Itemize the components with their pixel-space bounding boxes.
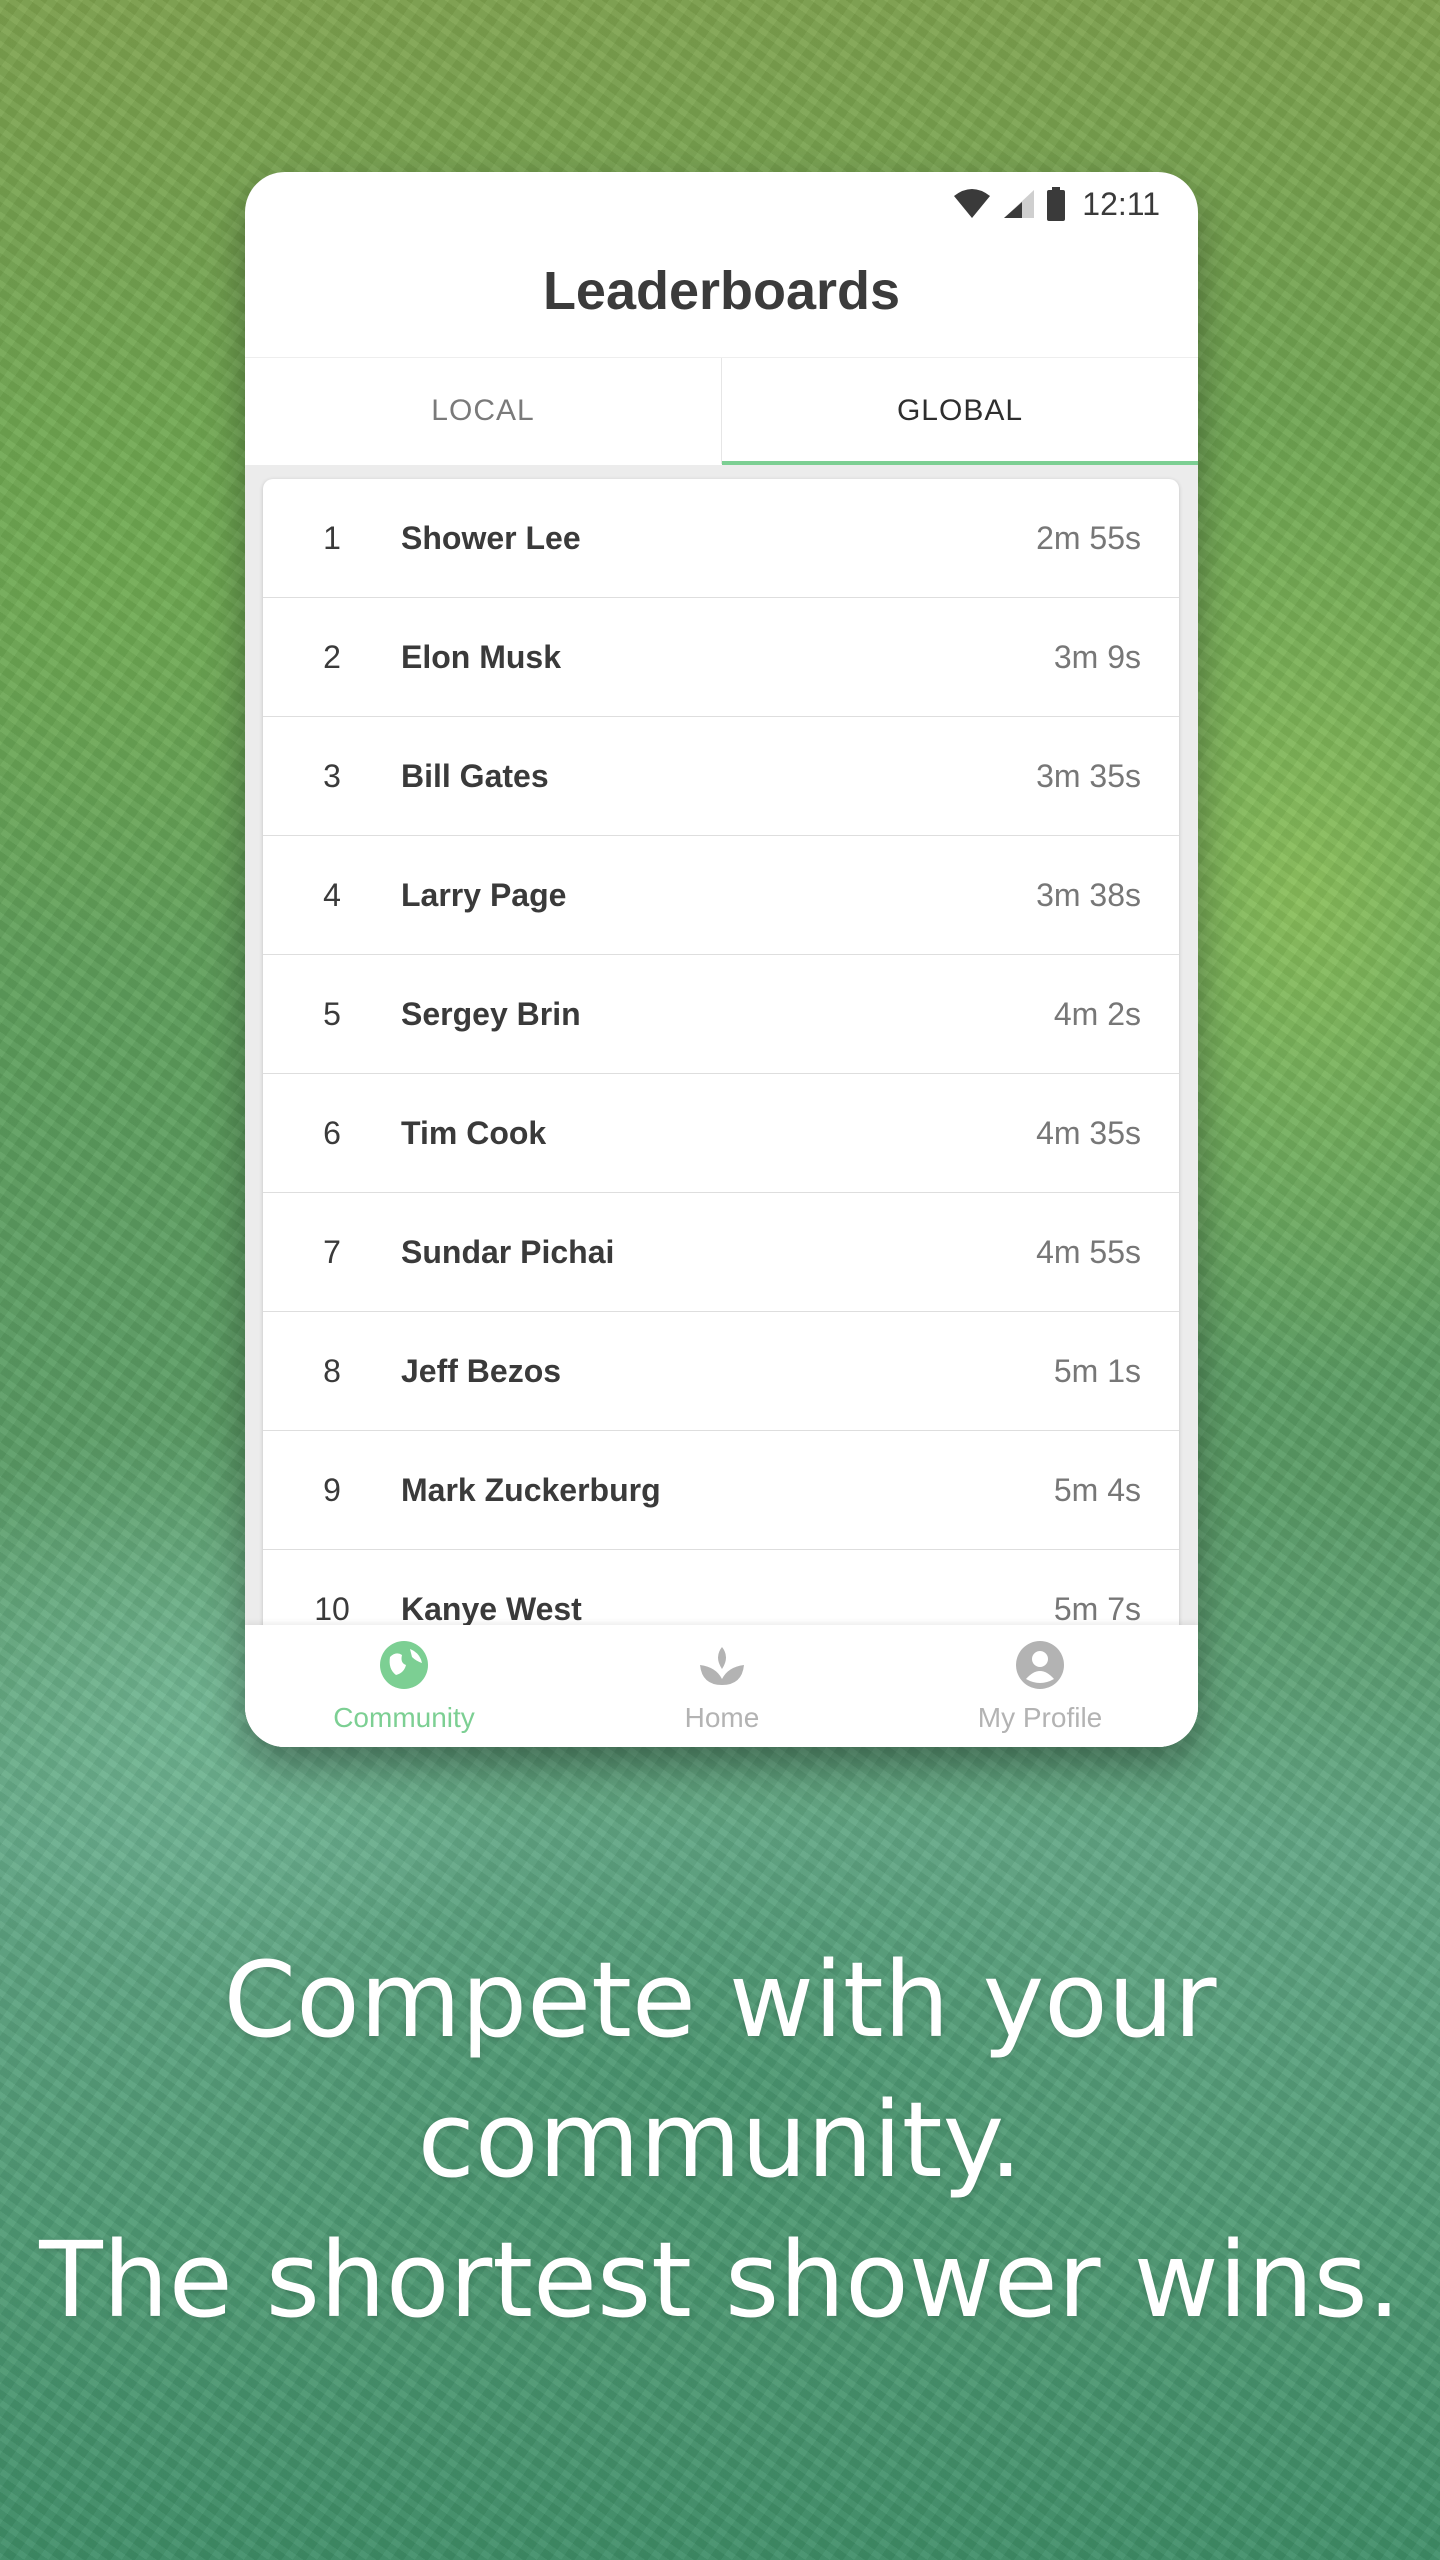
- rank: 1: [323, 519, 341, 556]
- table-row[interactable]: 2 Elon Musk 3m 9s: [263, 598, 1179, 717]
- player-name: Jeff Bezos: [401, 1352, 562, 1389]
- shower-time: 4m 35s: [1036, 1114, 1141, 1151]
- shower-time: 3m 35s: [1036, 757, 1141, 794]
- status-time: 12:11: [1082, 185, 1160, 222]
- table-row[interactable]: 8 Jeff Bezos 5m 1s: [263, 1312, 1179, 1431]
- nav-home[interactable]: Home: [563, 1639, 881, 1734]
- sprout-icon: [700, 1647, 744, 1685]
- rank: 7: [323, 1233, 341, 1270]
- wifi-icon: [954, 189, 991, 218]
- status-icons: 12:11: [952, 184, 1160, 224]
- tagline-line-1: Compete with your: [223, 1939, 1217, 2061]
- player-name: Sundar Pichai: [401, 1233, 615, 1270]
- player-name: Larry Page: [401, 876, 567, 913]
- table-row[interactable]: 9 Mark Zuckerburg 5m 4s: [263, 1431, 1179, 1550]
- signal-icon: [1004, 190, 1035, 218]
- player-name: Bill Gates: [401, 757, 549, 794]
- table-row[interactable]: 6 Tim Cook 4m 35s: [263, 1074, 1179, 1193]
- player-name: Mark Zuckerburg: [401, 1471, 661, 1508]
- rank: 6: [323, 1114, 341, 1151]
- tab-local[interactable]: LOCAL: [245, 358, 722, 464]
- page-title: Leaderboards: [542, 261, 901, 321]
- table-row[interactable]: 7 Sundar Pichai 4m 55s: [263, 1193, 1179, 1312]
- rank: 4: [323, 876, 341, 913]
- profile-icon: [1016, 1641, 1064, 1689]
- globe-icon: [380, 1641, 428, 1689]
- shower-time: 5m 7s: [1053, 1590, 1141, 1627]
- nav-community[interactable]: Community: [245, 1639, 563, 1734]
- tab-bar: LOCAL GLOBAL: [245, 357, 1198, 466]
- rank: 8: [323, 1352, 341, 1389]
- rank: 5: [323, 995, 341, 1032]
- player-name: Tim Cook: [401, 1114, 547, 1151]
- shower-time: 2m 55s: [1036, 519, 1141, 556]
- table-row[interactable]: 3 Bill Gates 3m 35s: [263, 717, 1179, 836]
- promo-tagline: Compete with your community. The shortes…: [0, 1930, 1440, 2350]
- status-bar: 12:11: [245, 172, 1198, 232]
- leaderboard-list: 1 Shower Lee 2m 55s 2 Elon Musk 3m 9s 3 …: [263, 479, 1179, 1669]
- player-name: Kanye West: [401, 1590, 582, 1627]
- shower-time: 3m 9s: [1053, 638, 1141, 675]
- player-name: Sergey Brin: [401, 995, 581, 1032]
- shower-time: 4m 55s: [1036, 1233, 1141, 1270]
- table-row[interactable]: 4 Larry Page 3m 38s: [263, 836, 1179, 955]
- tagline-line-2: community.: [417, 2079, 1023, 2201]
- player-name: Shower Lee: [401, 519, 581, 556]
- nav-profile-label: My Profile: [977, 1702, 1103, 1733]
- bottom-navigation: Community Home My Profile: [245, 1625, 1198, 1747]
- battery-icon: [1047, 187, 1066, 221]
- rank: 10: [314, 1590, 350, 1627]
- tab-global[interactable]: GLOBAL: [722, 358, 1198, 464]
- shower-time: 5m 1s: [1053, 1352, 1141, 1389]
- rank: 3: [323, 757, 341, 794]
- shower-time: 5m 4s: [1053, 1471, 1141, 1508]
- nav-home-label: Home: [684, 1702, 760, 1733]
- rank: 2: [323, 638, 341, 675]
- shower-time: 4m 2s: [1053, 995, 1141, 1032]
- shower-time: 3m 38s: [1036, 876, 1141, 913]
- nav-community-label: Community: [333, 1702, 475, 1733]
- phone-screen: 12:11 Leaderboards LOCAL GLOBAL 1 Shower…: [245, 172, 1198, 1747]
- player-name: Elon Musk: [401, 638, 562, 675]
- leaderboard-scroll-area[interactable]: 1 Shower Lee 2m 55s 2 Elon Musk 3m 9s 3 …: [245, 465, 1198, 1747]
- table-row[interactable]: 1 Shower Lee 2m 55s: [263, 479, 1179, 598]
- nav-profile[interactable]: My Profile: [881, 1639, 1198, 1734]
- rank: 9: [323, 1471, 341, 1508]
- tagline-line-3: The shortest shower wins.: [39, 2219, 1401, 2341]
- table-row[interactable]: 5 Sergey Brin 4m 2s: [263, 955, 1179, 1074]
